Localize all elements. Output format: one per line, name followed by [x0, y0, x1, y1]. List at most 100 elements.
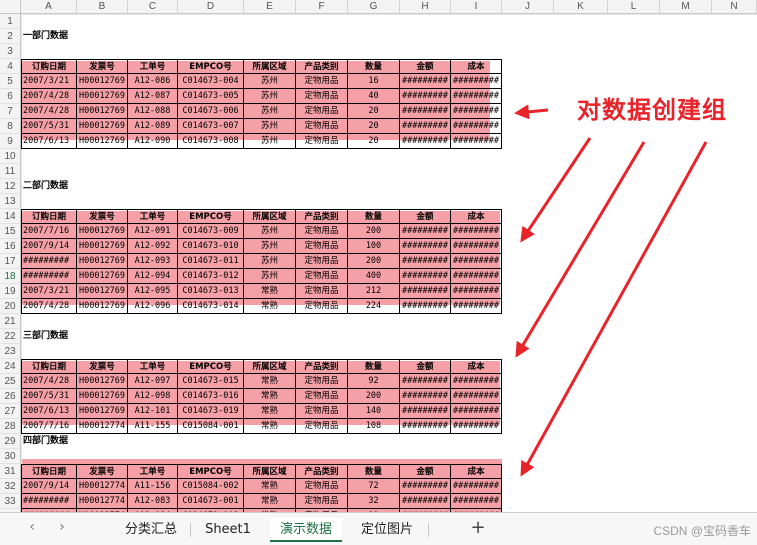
row-header-17[interactable]: 17	[0, 254, 21, 269]
column-header-i[interactable]: I	[451, 0, 502, 14]
data-cell[interactable]: #########	[451, 134, 502, 149]
row-header-15[interactable]: 15	[0, 224, 21, 239]
data-cell[interactable]: 常熟	[244, 374, 296, 389]
data-cell[interactable]: #########	[451, 269, 502, 284]
data-cell[interactable]: #########	[400, 404, 451, 419]
data-cell[interactable]: #########	[451, 494, 502, 509]
data-cell[interactable]: #########	[400, 299, 451, 314]
data-cell[interactable]: A12-090	[128, 134, 178, 149]
header-cell[interactable]: 成本	[451, 464, 502, 479]
row-header-9[interactable]: 9	[0, 134, 21, 149]
data-cell[interactable]: C014673-014	[178, 299, 244, 314]
row-header-14[interactable]: 14	[0, 209, 21, 224]
row-header-13[interactable]: 13	[0, 194, 21, 209]
data-cell[interactable]: 40	[348, 89, 400, 104]
data-cell[interactable]: H00012769	[77, 254, 128, 269]
header-cell[interactable]: 工单号	[128, 464, 178, 479]
row-header-24[interactable]: 24	[0, 359, 21, 374]
column-header-g[interactable]: G	[348, 0, 400, 14]
row-header-33[interactable]: 33	[0, 494, 21, 509]
data-cell[interactable]: 定物用品	[296, 494, 348, 509]
data-cell[interactable]: 92	[348, 374, 400, 389]
row-header-18[interactable]: 18	[0, 269, 21, 284]
data-cell[interactable]: 2007/4/28	[21, 104, 77, 119]
data-cell[interactable]: 定物用品	[296, 479, 348, 494]
data-cell[interactable]: #########	[451, 404, 502, 419]
data-cell[interactable]: #########	[21, 494, 77, 509]
data-cell[interactable]: H00012769	[77, 119, 128, 134]
next-sheet-icon[interactable]: ›	[52, 519, 72, 535]
data-cell[interactable]: 苏州	[244, 224, 296, 239]
data-cell[interactable]: 定物用品	[296, 254, 348, 269]
row-header-28[interactable]: 28	[0, 419, 21, 434]
row-header-4[interactable]: 4	[0, 59, 21, 74]
header-cell[interactable]: 金额	[400, 359, 451, 374]
data-cell[interactable]: H00012774	[77, 479, 128, 494]
header-cell[interactable]: 金额	[400, 464, 451, 479]
data-cell[interactable]: #########	[451, 284, 502, 299]
data-cell[interactable]: H00012769	[77, 74, 128, 89]
data-cell[interactable]: 定物用品	[296, 119, 348, 134]
data-cell[interactable]: 2007/7/16	[21, 419, 77, 434]
header-cell[interactable]: 发票号	[77, 59, 128, 74]
data-cell[interactable]: #########	[400, 119, 451, 134]
data-cell[interactable]: 32	[348, 494, 400, 509]
select-all-corner[interactable]	[0, 0, 21, 14]
data-cell[interactable]: 定物用品	[296, 284, 348, 299]
data-cell[interactable]: #########	[451, 254, 502, 269]
data-cell[interactable]: A11-155	[128, 419, 178, 434]
data-cell[interactable]: 2007/4/28	[21, 374, 77, 389]
column-header-b[interactable]: B	[77, 0, 128, 14]
data-cell[interactable]: H00012769	[77, 404, 128, 419]
tab-yanshi-shuju[interactable]: 演示数据	[270, 518, 342, 542]
header-cell[interactable]: 订购日期	[21, 359, 77, 374]
data-cell[interactable]: C014673-005	[178, 89, 244, 104]
row-header-2[interactable]: 2	[0, 29, 21, 44]
data-cell[interactable]: 常熟	[244, 419, 296, 434]
data-cell[interactable]: 20	[348, 119, 400, 134]
data-cell[interactable]: H00012769	[77, 299, 128, 314]
data-cell[interactable]: H00012769	[77, 284, 128, 299]
header-cell[interactable]: 产品类别	[296, 359, 348, 374]
data-cell[interactable]: #########	[400, 239, 451, 254]
data-cell[interactable]: A12-097	[128, 374, 178, 389]
row-header-8[interactable]: 8	[0, 119, 21, 134]
data-cell[interactable]: A12-088	[128, 104, 178, 119]
data-cell[interactable]: A12-095	[128, 284, 178, 299]
header-cell[interactable]: 发票号	[77, 209, 128, 224]
data-cell[interactable]: C014673-015	[178, 374, 244, 389]
data-cell[interactable]: 100	[348, 239, 400, 254]
header-cell[interactable]: 数量	[348, 464, 400, 479]
data-cell[interactable]: #########	[21, 269, 77, 284]
data-cell[interactable]: A12-091	[128, 224, 178, 239]
data-cell[interactable]: 140	[348, 404, 400, 419]
data-cell[interactable]: 2007/5/31	[21, 119, 77, 134]
data-cell[interactable]: #########	[451, 299, 502, 314]
data-cell[interactable]: C014673-001	[178, 494, 244, 509]
data-cell[interactable]: H00012769	[77, 89, 128, 104]
data-cell[interactable]: H00012769	[77, 269, 128, 284]
data-cell[interactable]: 定物用品	[296, 239, 348, 254]
column-header-f[interactable]: F	[296, 0, 348, 14]
data-cell[interactable]: C015084-001	[178, 419, 244, 434]
data-cell[interactable]: 定物用品	[296, 104, 348, 119]
header-cell[interactable]: EMPCO号	[178, 59, 244, 74]
column-header-l[interactable]: L	[608, 0, 660, 14]
data-cell[interactable]: 212	[348, 284, 400, 299]
data-cell[interactable]: 苏州	[244, 119, 296, 134]
data-cell[interactable]: C014673-011	[178, 254, 244, 269]
data-cell[interactable]: 定物用品	[296, 404, 348, 419]
data-cell[interactable]: A12-094	[128, 269, 178, 284]
data-cell[interactable]: A11-156	[128, 479, 178, 494]
data-cell[interactable]: H00012769	[77, 104, 128, 119]
row-header-6[interactable]: 6	[0, 89, 21, 104]
data-cell[interactable]: #########	[451, 119, 502, 134]
data-cell[interactable]: #########	[400, 284, 451, 299]
row-header-31[interactable]: 31	[0, 464, 21, 479]
data-cell[interactable]: A12-093	[128, 254, 178, 269]
data-cell[interactable]: 2007/6/13	[21, 404, 77, 419]
data-cell[interactable]: #########	[21, 254, 77, 269]
data-cell[interactable]: C014673-010	[178, 239, 244, 254]
row-header-27[interactable]: 27	[0, 404, 21, 419]
data-cell[interactable]: C014673-016	[178, 389, 244, 404]
